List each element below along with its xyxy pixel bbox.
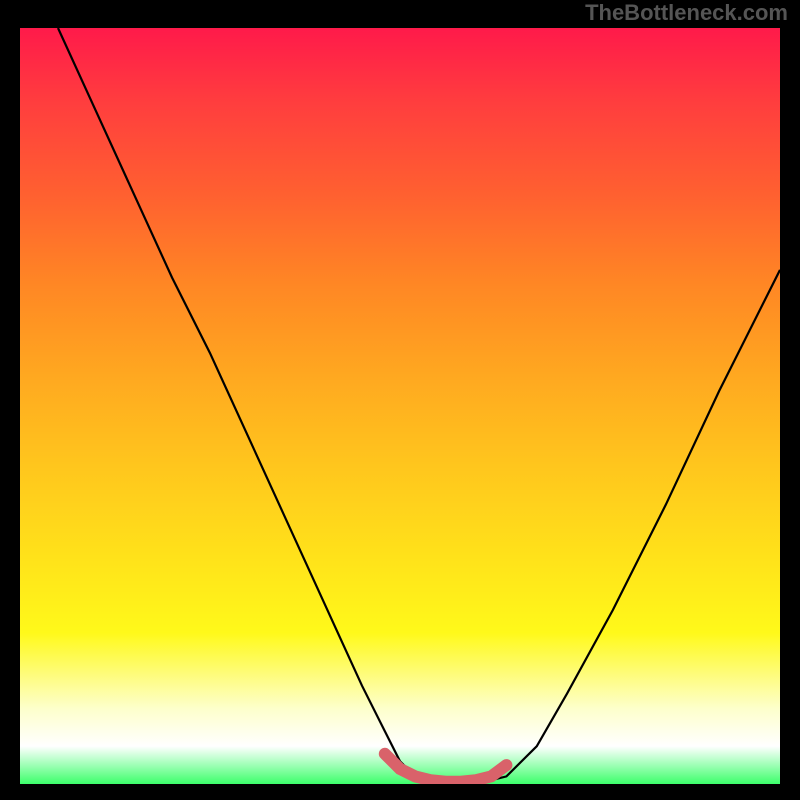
curve-line	[58, 28, 780, 783]
chart-svg	[20, 28, 780, 784]
trough-marker-line	[385, 754, 507, 782]
chart-plot-area	[20, 28, 780, 784]
watermark-text: TheBottleneck.com	[585, 0, 788, 26]
